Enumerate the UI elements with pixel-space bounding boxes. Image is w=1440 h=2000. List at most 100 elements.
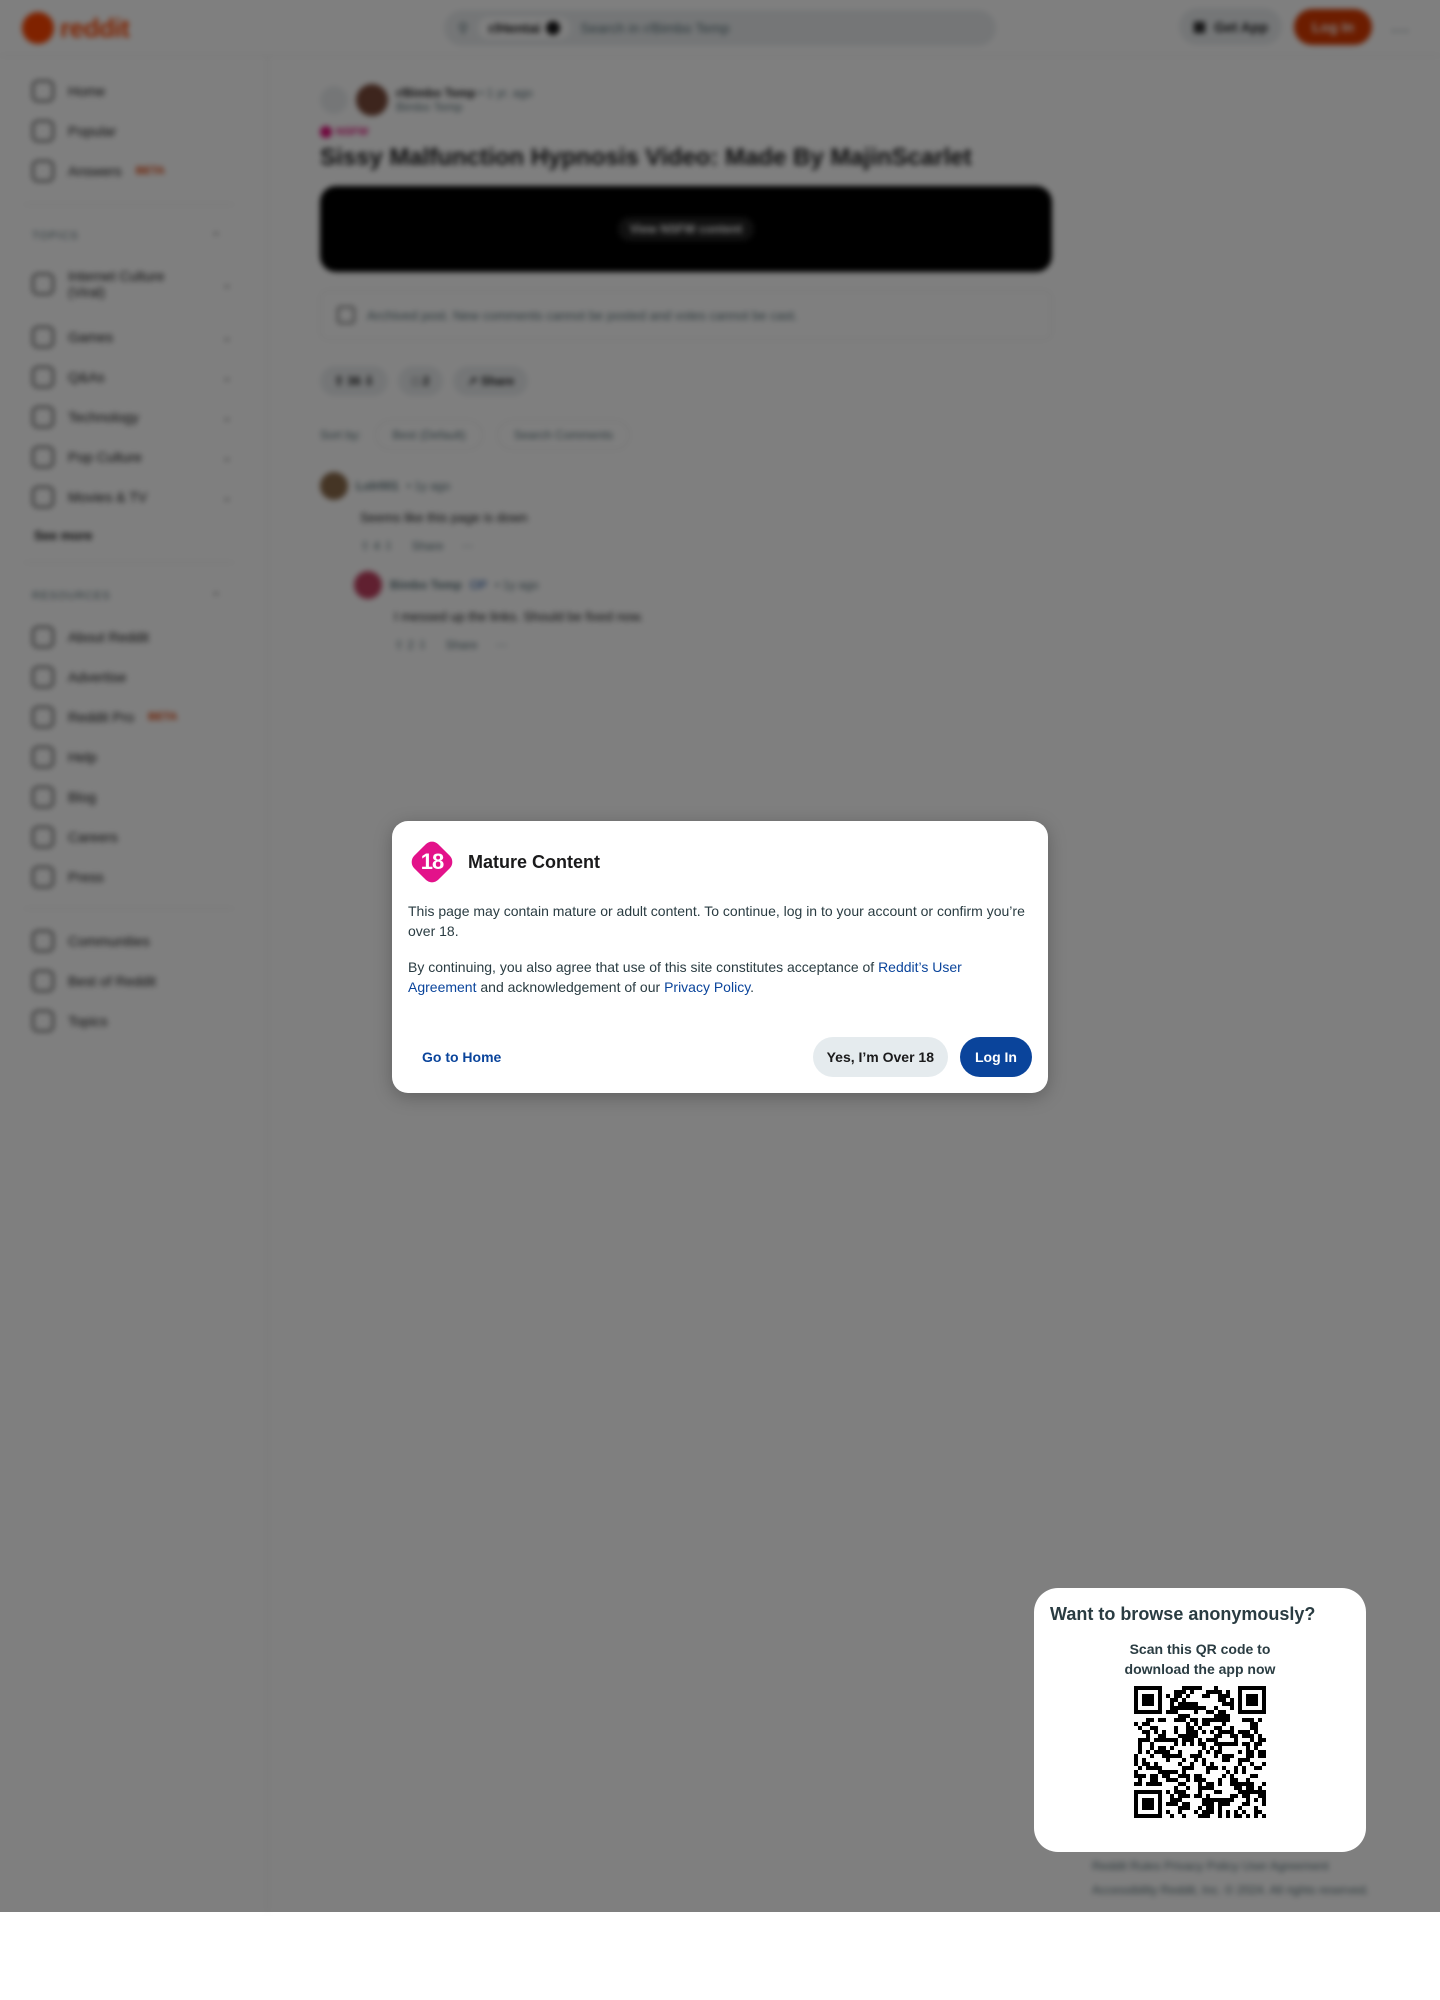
mature-content-modal: 18 Mature Content This page may contain … <box>392 821 1048 1093</box>
qr-module <box>1210 1690 1214 1694</box>
qr-module <box>1146 1734 1150 1738</box>
qr-module <box>1198 1774 1202 1778</box>
qr-module <box>1210 1810 1214 1814</box>
qr-module <box>1186 1726 1190 1730</box>
qr-module <box>1226 1814 1230 1818</box>
qr-module <box>1218 1814 1222 1818</box>
qr-module <box>1162 1774 1166 1778</box>
qr-module <box>1174 1786 1178 1790</box>
qr-module <box>1146 1718 1150 1722</box>
qr-module <box>1258 1810 1262 1814</box>
qr-module <box>1178 1694 1182 1698</box>
qr-module <box>1146 1762 1150 1766</box>
modal-login-button[interactable]: Log In <box>960 1037 1032 1077</box>
qr-module <box>1154 1778 1158 1782</box>
qr-module <box>1242 1794 1246 1798</box>
qr-module <box>1210 1762 1214 1766</box>
qr-module <box>1206 1722 1210 1726</box>
qr-module <box>1210 1782 1214 1786</box>
qr-module <box>1154 1766 1158 1770</box>
qr-module <box>1198 1706 1202 1710</box>
go-to-home-button[interactable]: Go to Home <box>408 1037 515 1077</box>
qr-module <box>1190 1690 1194 1694</box>
qr-module <box>1258 1766 1262 1770</box>
qr-module <box>1182 1770 1186 1774</box>
qr-module <box>1170 1706 1174 1710</box>
qr-card-title: Want to browse anonymously? <box>1050 1604 1316 1624</box>
qr-module <box>1174 1730 1178 1734</box>
qr-module <box>1194 1734 1198 1738</box>
qr-module <box>1162 1754 1166 1758</box>
qr-module <box>1226 1754 1230 1758</box>
qr-module <box>1222 1722 1226 1726</box>
qr-module <box>1258 1742 1262 1746</box>
qr-module <box>1198 1750 1202 1754</box>
qr-module <box>1218 1714 1222 1718</box>
qr-module <box>1214 1790 1218 1794</box>
qr-module <box>1206 1810 1210 1814</box>
qr-module <box>1178 1774 1182 1778</box>
qr-module <box>1166 1770 1170 1774</box>
qr-module <box>1202 1722 1206 1726</box>
qr-module <box>1250 1786 1254 1790</box>
badge-label: 18 <box>420 849 444 874</box>
qr-module <box>1170 1770 1174 1774</box>
qr-module <box>1210 1766 1214 1770</box>
qr-module <box>1178 1702 1182 1706</box>
qr-module <box>1222 1798 1226 1802</box>
qr-module <box>1206 1786 1210 1790</box>
qr-module <box>1234 1770 1238 1774</box>
qr-module <box>1198 1806 1202 1810</box>
qr-module <box>1230 1782 1234 1786</box>
qr-module <box>1150 1726 1154 1730</box>
qr-module <box>1230 1754 1234 1758</box>
qr-module <box>1210 1710 1214 1714</box>
qr-module <box>1218 1742 1222 1746</box>
modal-description: This page may contain mature or adult co… <box>408 903 1025 939</box>
qr-module <box>1178 1734 1182 1738</box>
qr-module <box>1170 1738 1174 1742</box>
qr-module <box>1182 1714 1186 1718</box>
qr-module <box>1198 1686 1202 1690</box>
modal-header: 18 Mature Content <box>407 837 1032 887</box>
qr-module <box>1254 1722 1258 1726</box>
qr-module <box>1142 1694 1154 1706</box>
qr-module <box>1214 1766 1218 1770</box>
qr-module <box>1206 1750 1210 1754</box>
qr-module <box>1198 1814 1202 1818</box>
qr-module <box>1234 1810 1238 1814</box>
privacy-policy-link[interactable]: Privacy Policy <box>664 979 750 995</box>
qr-module <box>1178 1750 1182 1754</box>
qr-module <box>1150 1782 1154 1786</box>
qr-module <box>1182 1766 1186 1770</box>
qr-module <box>1250 1774 1254 1778</box>
qr-module <box>1158 1782 1162 1786</box>
qr-module <box>1250 1790 1254 1794</box>
qr-module <box>1218 1710 1222 1714</box>
qr-module <box>1170 1754 1174 1758</box>
qr-module <box>1242 1770 1246 1774</box>
qr-module <box>1258 1754 1262 1758</box>
qr-module <box>1166 1738 1170 1742</box>
qr-module <box>1258 1718 1262 1722</box>
qr-module <box>1222 1742 1226 1746</box>
qr-module <box>1182 1814 1186 1818</box>
qr-module <box>1218 1798 1222 1802</box>
qr-module <box>1182 1702 1186 1706</box>
qr-module <box>1202 1758 1206 1762</box>
qr-module <box>1182 1758 1186 1762</box>
qr-module <box>1222 1702 1226 1706</box>
qr-module <box>1158 1750 1162 1754</box>
confirm-over-18-button[interactable]: Yes, I’m Over 18 <box>812 1037 948 1077</box>
agreement-prefix: By continuing, you also agree that use o… <box>408 959 879 975</box>
qr-module <box>1174 1778 1178 1782</box>
qr-card-subtitle: Scan this QR code to download the app no… <box>1050 1639 1350 1679</box>
qr-module <box>1250 1722 1254 1726</box>
qr-module <box>1186 1722 1190 1726</box>
qr-module <box>1134 1774 1138 1778</box>
qr-module <box>1182 1686 1186 1690</box>
qr-module <box>1190 1726 1194 1730</box>
qr-module <box>1154 1726 1158 1730</box>
qr-module <box>1250 1738 1254 1742</box>
qr-module <box>1174 1706 1178 1710</box>
